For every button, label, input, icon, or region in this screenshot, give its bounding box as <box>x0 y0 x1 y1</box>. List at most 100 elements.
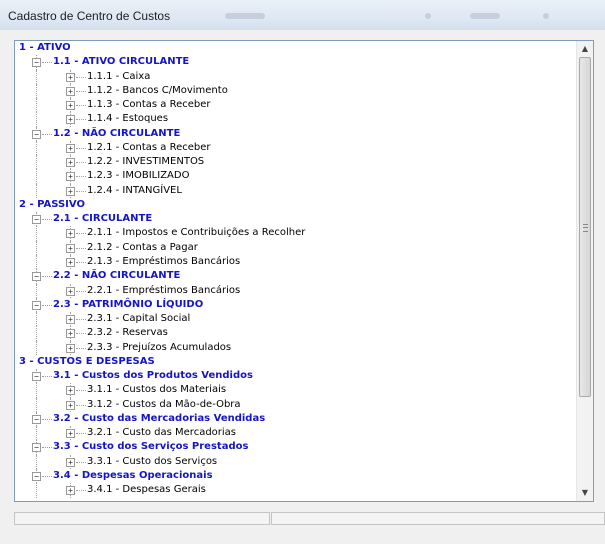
tree-group-node[interactable]: − 1.1 - ATIVO CIRCULANTE <box>15 55 575 70</box>
scroll-up-arrow-icon[interactable]: ▲ <box>577 41 593 57</box>
cost-center-tree[interactable]: 1 - ATIVO −1.1 - ATIVO CIRCULANTE +1.1.1 -… <box>14 40 594 502</box>
expand-plus-icon[interactable]: + <box>66 400 75 410</box>
expand-plus-icon[interactable]: + <box>66 158 75 168</box>
expand-plus-icon[interactable]: + <box>66 86 75 96</box>
tree-leaf-node[interactable]: +1.1.2 - Bancos C/Movimento <box>15 83 575 99</box>
tree-leaf-node[interactable]: +3.1.1 - Custos dos Materiais <box>15 383 575 398</box>
tree-node-label: 2.3.3 - Prejuízos Acumulados <box>87 341 232 353</box>
expand-plus-icon[interactable]: + <box>66 329 75 339</box>
tree-connector-line <box>36 483 37 498</box>
tree-node-label: 2.1.1 - Impostos e Contribuições a Recol… <box>87 227 306 239</box>
collapse-minus-icon[interactable]: − <box>32 300 41 310</box>
collapse-minus-icon[interactable]: − <box>32 443 41 453</box>
tree-group-node[interactable]: − 2.1 - CIRCULANTE <box>15 212 575 227</box>
tree-connector-line <box>76 233 86 235</box>
tree-connector-line <box>76 490 86 492</box>
tree-leaf-node[interactable]: +2.1.2 - Contas a Pagar <box>15 240 575 255</box>
tree-leaf-node[interactable]: +3.3.1 - Custo dos Serviços <box>15 454 575 469</box>
tree-leaf-node[interactable]: +2.3.2 - Reservas <box>15 326 575 341</box>
tree-leaf-node[interactable]: +2.1.1 - Impostos e Contribuições a Reco… <box>15 226 575 241</box>
expand-plus-icon[interactable]: + <box>66 143 75 153</box>
tree-connector-line <box>76 461 86 463</box>
status-bar <box>14 512 605 526</box>
tree-connector-line <box>42 62 52 64</box>
tree-node-label: 2 - PASSIVO <box>19 198 85 210</box>
tree-connector-line <box>36 169 37 184</box>
tree-group-node[interactable]: − 2.2 - NÃO CIRCULANTE <box>15 269 575 284</box>
collapse-minus-icon[interactable]: − <box>32 414 41 424</box>
tree-leaf-node[interactable]: +1.2.1 - Contas a Receber <box>15 140 575 156</box>
tree-leaf-node[interactable]: +2.2.1 - Empréstimos Bancários <box>15 283 575 298</box>
expand-plus-icon[interactable]: + <box>66 243 75 253</box>
tree-root-node[interactable]: 3 - CUSTOS E DESPESAS <box>15 355 575 369</box>
expand-plus-icon[interactable]: + <box>66 286 75 296</box>
tree-node-label: 2.3.2 - Reservas <box>87 327 168 339</box>
tree-group-node[interactable]: − 3.1 - Custos dos Produtos Vendidos <box>15 369 575 384</box>
tree-leaf-node[interactable]: +1.1.3 - Contas a Receber <box>15 98 575 113</box>
expand-plus-icon[interactable]: + <box>66 429 75 439</box>
expand-plus-icon[interactable]: + <box>66 115 75 125</box>
expand-plus-icon[interactable]: + <box>66 72 75 82</box>
expand-plus-icon[interactable]: + <box>66 172 75 182</box>
vertical-scrollbar[interactable]: ▲ ▼ <box>576 41 593 501</box>
tree-leaf-node[interactable]: +2.1.3 - Empréstimos Bancários <box>15 254 575 270</box>
expand-plus-icon[interactable]: + <box>66 386 75 396</box>
tree-root-node[interactable]: 1 - ATIVO <box>15 41 575 55</box>
tree-node-label: 1.1.2 - Bancos C/Movimento <box>87 84 228 96</box>
expand-plus-icon[interactable]: + <box>66 257 75 267</box>
collapse-minus-icon[interactable]: − <box>32 272 41 282</box>
tree-group-node[interactable]: − 3.2 - Custo das Mercadorias Vendidas <box>15 411 575 427</box>
tree-leaf-node[interactable]: +1.2.2 - INVESTIMENTOS <box>15 155 575 170</box>
tree-connector-line <box>36 312 37 327</box>
tree-connector-line <box>36 226 37 241</box>
expand-plus-icon[interactable]: + <box>66 486 75 496</box>
tree-connector-line <box>76 90 86 92</box>
tree-connector-line <box>36 83 37 99</box>
tree-leaf-node[interactable]: +2.3.1 - Capital Social <box>15 312 575 327</box>
tree-connector-line <box>42 276 52 278</box>
tree-connector-line <box>42 304 52 306</box>
tree-group-node[interactable]: − 3.4 - Despesas Operacionais <box>15 468 575 484</box>
tree-connector-line <box>76 347 86 349</box>
collapse-minus-icon[interactable]: − <box>32 129 41 139</box>
tree-leaf-node[interactable]: +3.2.1 - Custo das Mercadorias <box>15 426 575 441</box>
scroll-down-arrow-icon[interactable]: ▼ <box>577 485 593 501</box>
collapse-minus-icon[interactable]: − <box>32 58 41 68</box>
tree-connector-line <box>42 475 52 477</box>
tree-leaf-node[interactable]: +1.1.4 - Estoques <box>15 112 575 127</box>
tree-leaf-node[interactable]: +1.2.3 - IMOBILIZADO <box>15 169 575 184</box>
blurred-title-artifact <box>425 13 431 19</box>
collapse-minus-icon[interactable]: − <box>32 372 41 382</box>
blurred-title-artifact <box>470 13 500 19</box>
expand-plus-icon[interactable]: + <box>66 315 75 325</box>
tree-connector-line <box>36 383 37 398</box>
tree-node-label: 1.1.3 - Contas a Receber <box>87 99 211 111</box>
tree-node-label: 3.2.1 - Custo das Mercadorias <box>87 427 237 439</box>
tree-leaf-node[interactable]: +3.1.2 - Custos da Mão-de-Obra <box>15 397 575 412</box>
tree-connector-line <box>76 261 86 263</box>
tree-connector-line <box>76 190 86 192</box>
tree-group-node[interactable]: − 2.3 - PATRIMÔNIO LÍQUIDO <box>15 297 575 313</box>
tree-leaf-node[interactable]: +1.2.4 - INTANGÍVEL <box>15 183 575 198</box>
tree-connector-line <box>36 454 37 469</box>
tree-node-label: 3.3 - Custo dos Serviços Prestados <box>53 441 249 453</box>
expand-plus-icon[interactable]: + <box>66 457 75 467</box>
tree-root-node[interactable]: 2 - PASSIVO <box>15 198 575 212</box>
expand-plus-icon[interactable]: + <box>66 101 75 111</box>
tree-connector-line <box>36 283 37 298</box>
tree-leaf-node[interactable]: +1.1.1 - Caixa <box>15 69 575 84</box>
collapse-minus-icon[interactable]: − <box>32 215 41 225</box>
tree-group-node[interactable]: − 3.3 - Custo dos Serviços Prestados <box>15 440 575 455</box>
title-bar: Cadastro de Centro de Custos <box>0 0 605 30</box>
tree-connector-line <box>76 176 86 178</box>
tree-group-node[interactable]: − 1.2 - NÃO CIRCULANTE <box>15 126 575 141</box>
tree-connector-line <box>36 98 37 113</box>
expand-plus-icon[interactable]: + <box>66 343 75 353</box>
tree-node-label: 2.3 - PATRIMÔNIO LÍQUIDO <box>53 298 204 310</box>
collapse-minus-icon[interactable]: − <box>32 471 41 481</box>
tree-leaf-node[interactable]: +2.3.3 - Prejuízos Acumulados <box>15 340 575 355</box>
tree-leaf-node[interactable]: +3.4.1 - Despesas Gerais <box>15 483 575 498</box>
scrollbar-thumb[interactable] <box>579 57 591 397</box>
expand-plus-icon[interactable]: + <box>66 229 75 239</box>
expand-plus-icon[interactable]: + <box>66 186 75 196</box>
